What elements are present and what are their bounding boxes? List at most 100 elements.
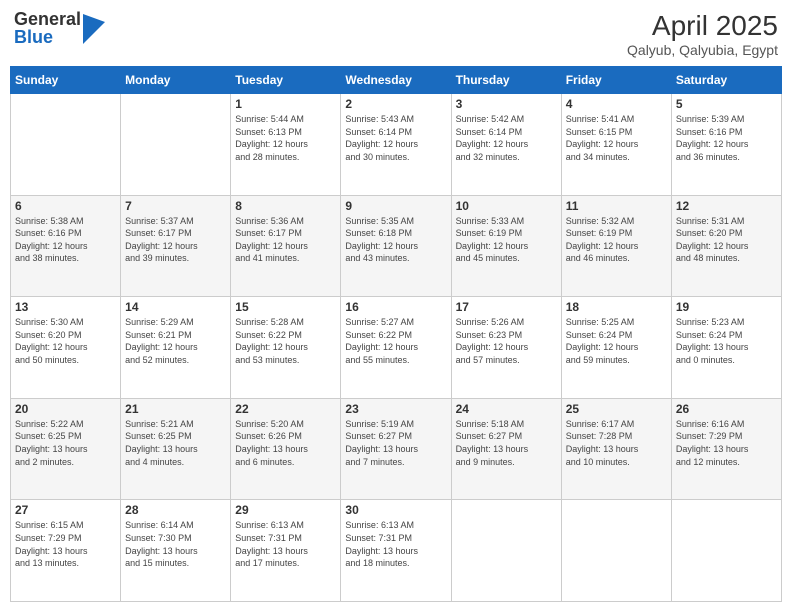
page: General Blue April 2025 Qalyub, Qalyubia… (0, 0, 792, 612)
calendar-cell: 20Sunrise: 5:22 AM Sunset: 6:25 PM Dayli… (11, 398, 121, 500)
calendar-cell: 6 Sunrise: 5:38 AM Sunset: 6:16 PM Daylig… (11, 195, 121, 297)
day-number: 27 (15, 503, 116, 517)
calendar-cell (451, 500, 561, 602)
day-info: Sunrise: 5:28 AM Sunset: 6:22 PM Dayligh… (235, 316, 336, 366)
day-number: 28 (125, 503, 226, 517)
logo-text: General Blue (14, 10, 81, 46)
day-info: Sunrise: 6:14 AM Sunset: 7:30 PM Dayligh… (125, 519, 226, 569)
day-info: Sunrise: 5:33 AM Sunset: 6:19 PM Dayligh… (456, 215, 557, 265)
calendar-week-1: 1 Sunrise: 5:44 AM Sunset: 6:13 PM Daylig… (11, 94, 782, 196)
calendar-cell: 27 Sunrise: 6:15 AM Sunset: 7:29 PM Dayli… (11, 500, 121, 602)
logo-blue: Blue (14, 28, 81, 46)
day-info: Sunrise: 5:38 AM Sunset: 6:16 PM Dayligh… (15, 215, 116, 265)
calendar-cell: 1 Sunrise: 5:44 AM Sunset: 6:13 PM Daylig… (231, 94, 341, 196)
calendar-cell: 3Sunrise: 5:42 AM Sunset: 6:14 PM Daylig… (451, 94, 561, 196)
calendar-cell: 17 Sunrise: 5:26 AM Sunset: 6:23 PM Dayli… (451, 297, 561, 399)
day-number: 5 (676, 97, 777, 111)
day-info: Sunrise: 6:13 AM Sunset: 7:31 PM Dayligh… (345, 519, 446, 569)
day-info: Sunrise: 6:13 AM Sunset: 7:31 PM Dayligh… (235, 519, 336, 569)
calendar-cell: 4Sunrise: 5:41 AM Sunset: 6:15 PM Daylig… (561, 94, 671, 196)
day-info: Sunrise: 5:35 AM Sunset: 6:18 PM Dayligh… (345, 215, 446, 265)
day-number: 1 (235, 97, 336, 111)
day-number: 25 (566, 402, 667, 416)
day-number: 15 (235, 300, 336, 314)
calendar-cell: 12 Sunrise: 5:31 AM Sunset: 6:20 PM Dayli… (671, 195, 781, 297)
calendar-cell: 11 Sunrise: 5:32 AM Sunset: 6:19 PM Dayli… (561, 195, 671, 297)
day-number: 11 (566, 199, 667, 213)
day-info: Sunrise: 5:25 AM Sunset: 6:24 PM Dayligh… (566, 316, 667, 366)
calendar-cell (11, 94, 121, 196)
calendar-cell: 7 Sunrise: 5:37 AM Sunset: 6:17 PM Daylig… (121, 195, 231, 297)
day-number: 29 (235, 503, 336, 517)
day-number: 21 (125, 402, 226, 416)
calendar-week-5: 27 Sunrise: 6:15 AM Sunset: 7:29 PM Dayli… (11, 500, 782, 602)
calendar-cell: 26 Sunrise: 6:16 AM Sunset: 7:29 PM Dayli… (671, 398, 781, 500)
day-number: 30 (345, 503, 446, 517)
day-info: Sunrise: 6:15 AM Sunset: 7:29 PM Dayligh… (15, 519, 116, 569)
calendar-cell: 18 Sunrise: 5:25 AM Sunset: 6:24 PM Dayli… (561, 297, 671, 399)
calendar-cell: 22Sunrise: 5:20 AM Sunset: 6:26 PM Dayli… (231, 398, 341, 500)
calendar-cell: 9 Sunrise: 5:35 AM Sunset: 6:18 PM Daylig… (341, 195, 451, 297)
calendar-cell: 23Sunrise: 5:19 AM Sunset: 6:27 PM Dayli… (341, 398, 451, 500)
weekday-header-sunday: Sunday (11, 67, 121, 94)
day-number: 16 (345, 300, 446, 314)
header: General Blue April 2025 Qalyub, Qalyubia… (10, 10, 782, 58)
calendar-cell: 19Sunrise: 5:23 AM Sunset: 6:24 PM Dayli… (671, 297, 781, 399)
day-info: Sunrise: 5:44 AM Sunset: 6:13 PM Dayligh… (235, 113, 336, 163)
day-info: Sunrise: 5:37 AM Sunset: 6:17 PM Dayligh… (125, 215, 226, 265)
day-info: Sunrise: 6:17 AM Sunset: 7:28 PM Dayligh… (566, 418, 667, 468)
day-info: Sunrise: 5:43 AM Sunset: 6:14 PM Dayligh… (345, 113, 446, 163)
day-number: 8 (235, 199, 336, 213)
calendar-cell: 14 Sunrise: 5:29 AM Sunset: 6:21 PM Dayli… (121, 297, 231, 399)
day-number: 18 (566, 300, 667, 314)
day-number: 26 (676, 402, 777, 416)
day-number: 14 (125, 300, 226, 314)
calendar-week-4: 20Sunrise: 5:22 AM Sunset: 6:25 PM Dayli… (11, 398, 782, 500)
day-info: Sunrise: 5:26 AM Sunset: 6:23 PM Dayligh… (456, 316, 557, 366)
day-info: Sunrise: 6:16 AM Sunset: 7:29 PM Dayligh… (676, 418, 777, 468)
calendar-header: SundayMondayTuesdayWednesdayThursdayFrid… (11, 67, 782, 94)
calendar-subtitle: Qalyub, Qalyubia, Egypt (627, 42, 778, 58)
calendar-cell: 10 Sunrise: 5:33 AM Sunset: 6:19 PM Dayli… (451, 195, 561, 297)
weekday-header-saturday: Saturday (671, 67, 781, 94)
day-info: Sunrise: 5:31 AM Sunset: 6:20 PM Dayligh… (676, 215, 777, 265)
day-number: 13 (15, 300, 116, 314)
calendar-cell: 15 Sunrise: 5:28 AM Sunset: 6:22 PM Dayli… (231, 297, 341, 399)
day-info: Sunrise: 5:30 AM Sunset: 6:20 PM Dayligh… (15, 316, 116, 366)
calendar-cell: 24Sunrise: 5:18 AM Sunset: 6:27 PM Dayli… (451, 398, 561, 500)
calendar-title: April 2025 (627, 10, 778, 42)
day-info: Sunrise: 5:29 AM Sunset: 6:21 PM Dayligh… (125, 316, 226, 366)
day-info: Sunrise: 5:27 AM Sunset: 6:22 PM Dayligh… (345, 316, 446, 366)
day-info: Sunrise: 5:42 AM Sunset: 6:14 PM Dayligh… (456, 113, 557, 163)
logo-general: General (14, 10, 81, 28)
day-info: Sunrise: 5:36 AM Sunset: 6:17 PM Dayligh… (235, 215, 336, 265)
calendar-cell: 29 Sunrise: 6:13 AM Sunset: 7:31 PM Dayli… (231, 500, 341, 602)
day-number: 10 (456, 199, 557, 213)
calendar-cell: 28 Sunrise: 6:14 AM Sunset: 7:30 PM Dayli… (121, 500, 231, 602)
calendar-cell: 5 Sunrise: 5:39 AM Sunset: 6:16 PM Daylig… (671, 94, 781, 196)
day-info: Sunrise: 5:19 AM Sunset: 6:27 PM Dayligh… (345, 418, 446, 468)
logo: General Blue (14, 10, 103, 46)
day-number: 6 (15, 199, 116, 213)
day-info: Sunrise: 5:39 AM Sunset: 6:16 PM Dayligh… (676, 113, 777, 163)
day-number: 9 (345, 199, 446, 213)
day-number: 4 (566, 97, 667, 111)
calendar-week-2: 6 Sunrise: 5:38 AM Sunset: 6:16 PM Daylig… (11, 195, 782, 297)
calendar-cell: 25 Sunrise: 6:17 AM Sunset: 7:28 PM Dayli… (561, 398, 671, 500)
calendar-cell: 2 Sunrise: 5:43 AM Sunset: 6:14 PM Daylig… (341, 94, 451, 196)
calendar-cell: 21Sunrise: 5:21 AM Sunset: 6:25 PM Dayli… (121, 398, 231, 500)
day-number: 19 (676, 300, 777, 314)
weekday-header-monday: Monday (121, 67, 231, 94)
weekday-header-row: SundayMondayTuesdayWednesdayThursdayFrid… (11, 67, 782, 94)
weekday-header-thursday: Thursday (451, 67, 561, 94)
day-info: Sunrise: 5:32 AM Sunset: 6:19 PM Dayligh… (566, 215, 667, 265)
day-number: 17 (456, 300, 557, 314)
day-number: 2 (345, 97, 446, 111)
calendar-table: SundayMondayTuesdayWednesdayThursdayFrid… (10, 66, 782, 602)
calendar-cell: 8 Sunrise: 5:36 AM Sunset: 6:17 PM Daylig… (231, 195, 341, 297)
day-number: 7 (125, 199, 226, 213)
day-number: 12 (676, 199, 777, 213)
day-number: 20 (15, 402, 116, 416)
calendar-cell (561, 500, 671, 602)
logo-icon (83, 14, 103, 42)
